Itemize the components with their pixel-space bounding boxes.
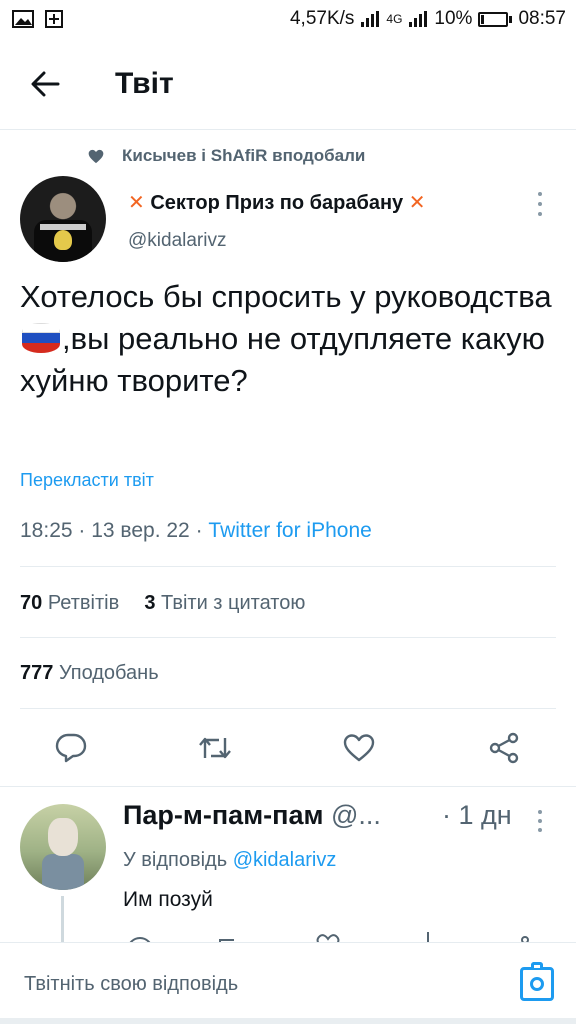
- tweet-source[interactable]: Twitter for iPhone: [208, 519, 371, 542]
- thread-line: [61, 896, 64, 946]
- divider: [20, 708, 556, 709]
- flag-emoji-icon: [22, 323, 60, 353]
- liked-by-context[interactable]: Кисычев і ShAfiR вподобали: [88, 146, 365, 166]
- status-right: 4,57K/s 4G 10% 08:57: [290, 8, 566, 30]
- reply-author-handle: @...: [330, 800, 381, 830]
- network-type: 4G: [386, 12, 403, 26]
- name-mark-right: ✕: [408, 192, 426, 214]
- divider: [20, 566, 556, 567]
- camera-button[interactable]: [520, 962, 554, 1001]
- reply-button[interactable]: [48, 725, 94, 771]
- heart-icon: [88, 149, 104, 163]
- like-button[interactable]: [336, 725, 382, 771]
- author-name[interactable]: ✕ Сектор Приз по барабану ✕: [128, 190, 426, 215]
- status-bar: 4,57K/s 4G 10% 08:57: [0, 0, 576, 38]
- retweet-button[interactable]: [192, 725, 238, 771]
- reply-text: Им позуй: [123, 888, 213, 911]
- divider: [0, 786, 576, 787]
- quotes-stat[interactable]: 3 Твіти з цитатою: [144, 592, 305, 614]
- battery-percent: 10%: [434, 8, 473, 29]
- reply-composer: Твітніть свою відповідь: [0, 942, 576, 1024]
- likes-stat[interactable]: 777 Уподобань: [20, 662, 159, 685]
- reply-time[interactable]: · 1 дн: [442, 800, 512, 831]
- divider: [20, 637, 556, 638]
- more-icon: [538, 192, 542, 196]
- signal-icon-2: [409, 11, 428, 27]
- author-name-text: Сектор Приз по барабану: [150, 192, 404, 214]
- liked-by-text: Кисычев і ShAfiR вподобали: [122, 146, 366, 165]
- author-handle[interactable]: @kidalarivz: [128, 230, 226, 252]
- tweet-date: 13 вер. 22: [91, 519, 190, 542]
- reply-author-avatar[interactable]: [20, 804, 106, 890]
- clock: 08:57: [518, 8, 566, 29]
- status-left: [12, 9, 64, 29]
- tweet-action-bar: [0, 725, 576, 771]
- retweets-stat[interactable]: 70 Ретвітів: [20, 592, 119, 614]
- gallery-icon: [12, 10, 34, 28]
- more-icon: [538, 810, 542, 814]
- reply-icon: [55, 733, 87, 763]
- reply-more-options-button[interactable]: [532, 810, 548, 832]
- network-speed: 4,57K/s: [289, 8, 355, 29]
- like-icon: [343, 734, 375, 762]
- battery-icon: [478, 11, 513, 27]
- tweet-text-part1: Хотелось бы спросить у руководства: [20, 279, 552, 314]
- tweet-text-part2: ,вы реально не отдупляете какую хуйню тв…: [20, 321, 545, 398]
- add-box-icon: [45, 10, 63, 28]
- author-avatar[interactable]: [20, 176, 106, 262]
- tweet-text: Хотелось бы спросить у руководства ,вы р…: [20, 276, 556, 402]
- page-title: Твіт: [115, 66, 174, 100]
- back-arrow-icon: [31, 71, 60, 96]
- share-icon: [489, 732, 519, 764]
- retweet-icon: [199, 737, 231, 759]
- translate-tweet-link[interactable]: Перекласти твіт: [20, 470, 154, 491]
- replying-to: У відповідь @kidalarivz: [123, 849, 337, 871]
- share-button[interactable]: [481, 725, 527, 771]
- tweet-stats: 70 Ретвітів 3 Твіти з цитатою: [20, 592, 305, 615]
- reply-to-mention[interactable]: @kidalarivz: [233, 849, 337, 871]
- tweet-time: 18:25: [20, 519, 73, 542]
- tweet-metadata: 18:25 · 13 вер. 22 · Twitter for iPhone: [20, 519, 372, 542]
- back-button[interactable]: [15, 54, 75, 114]
- more-options-button[interactable]: [532, 192, 548, 216]
- name-mark-left: ✕: [128, 192, 145, 214]
- reply-input[interactable]: Твітніть свою відповідь: [24, 973, 238, 996]
- top-app-bar: Твіт: [0, 38, 576, 130]
- signal-icon: [361, 11, 380, 27]
- camera-icon: [530, 977, 544, 991]
- reply-author[interactable]: Пар-м-пам-пам @...: [123, 800, 381, 831]
- reply-author-name: Пар-м-пам-пам: [123, 800, 324, 830]
